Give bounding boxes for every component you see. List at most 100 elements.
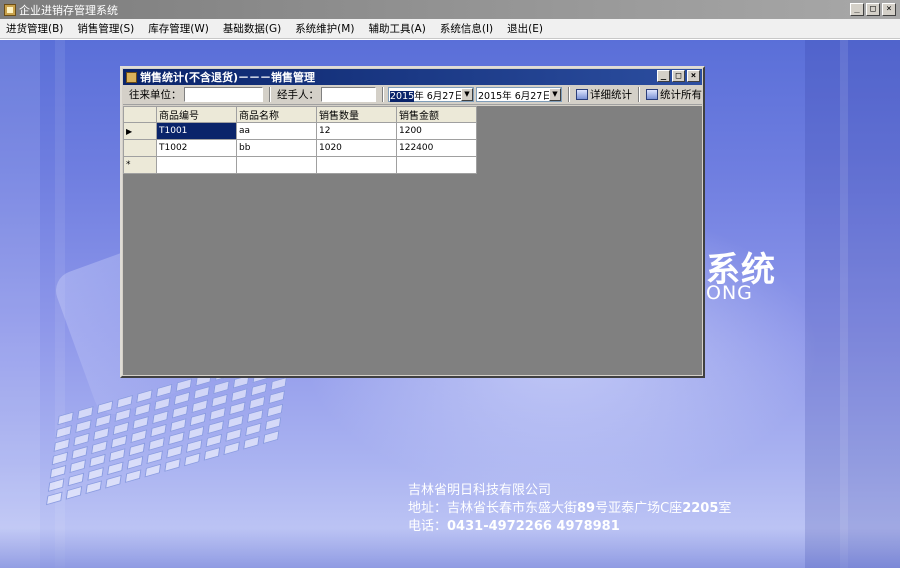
keyboard-key-shape (112, 421, 130, 436)
menu-sales[interactable]: 销售管理(S) (77, 21, 134, 36)
column-header[interactable]: 商品编号 (156, 106, 237, 123)
keyboard-key-shape (243, 435, 260, 450)
column-header[interactable]: 销售数量 (316, 106, 397, 123)
stats-all-label: 统计所有 (660, 89, 702, 101)
end-date-picker[interactable]: 2015年 6月27日 ▼ (476, 87, 562, 102)
handler-input[interactable] (321, 87, 376, 102)
keyboard-key-shape (213, 380, 230, 395)
grid-cell[interactable]: T1001 (156, 122, 237, 140)
keyboard-key-shape (205, 433, 223, 448)
menu-purchase[interactable]: 进货管理(B) (6, 21, 63, 36)
current-row-indicator[interactable]: ▶ (123, 122, 157, 140)
column-header[interactable]: 销售金额 (396, 106, 477, 123)
sales-stats-window: 销售统计(不含退货)－－－销售管理 _ □ × 往来单位： 经手人： 2015年… (120, 66, 705, 378)
grid-cell[interactable]: aa (236, 122, 317, 140)
grid-header-row: 商品编号 商品名称 销售数量 销售金额 (123, 106, 477, 123)
chevron-down-icon[interactable]: ▼ (549, 88, 561, 101)
stats-all-button[interactable]: 统计所有 (646, 87, 702, 102)
filter-toolbar: 往来单位： 经手人： 2015年 6月27日 ▼ 2015年 6月27日 ▼ 详… (123, 85, 702, 105)
keyboard-key-shape (144, 463, 162, 478)
menu-maintenance[interactable]: 系统维护(M) (295, 21, 354, 36)
start-date-picker[interactable]: 2015年 6月27日 ▼ (388, 87, 474, 102)
column-header[interactable]: 商品名称 (236, 106, 317, 123)
grid-cell[interactable]: T1002 (156, 139, 237, 157)
company-name: 吉林省明日科技有限公司 (408, 483, 552, 498)
keyboard-key-shape (246, 409, 264, 424)
row-header[interactable] (123, 139, 157, 157)
grid-cell[interactable] (236, 156, 317, 174)
grid-cell[interactable]: 1200 (396, 122, 477, 140)
company-info: 吉林省明日科技有限公司 地址：吉林省长春市东盛大街89号亚泰广场C座2205室 … (408, 482, 731, 536)
sales-data-grid[interactable]: 商品编号 商品名称 销售数量 销售金额 ▶ T1001 aa 12 1200 T… (123, 106, 477, 174)
menu-exit[interactable]: 退出(E) (507, 21, 543, 36)
menu-inventory[interactable]: 库存管理(W) (148, 21, 209, 36)
detail-stats-button[interactable]: 详细统计 (576, 87, 632, 102)
child-minimize-button[interactable]: _ (657, 70, 670, 82)
keyboard-key-shape (55, 424, 73, 439)
keyboard-key-shape (126, 455, 144, 470)
detail-stats-label: 详细统计 (590, 89, 632, 101)
keyboard-key-shape (270, 376, 287, 391)
keyboard-key-shape (185, 439, 203, 454)
chevron-down-icon[interactable]: ▼ (461, 88, 473, 101)
grid-cell[interactable]: 122400 (396, 139, 477, 157)
keyboard-key-shape (114, 408, 132, 423)
keyboard-key-shape (266, 403, 284, 418)
grid-cell[interactable]: bb (236, 139, 317, 157)
table-row[interactable]: T1002 bb 1020 122400 (123, 139, 477, 157)
child-title-bar[interactable]: 销售统计(不含退货)－－－销售管理 _ □ × (123, 69, 702, 85)
background-stripe (840, 40, 848, 568)
grid-cell[interactable] (396, 156, 477, 174)
keyboard-key-shape (134, 402, 151, 417)
start-date-rest: 年 6月27日 (414, 90, 461, 102)
new-row[interactable]: * (123, 156, 477, 174)
toolbar-separator (382, 87, 384, 102)
new-row-indicator[interactable]: * (123, 156, 157, 174)
keyboard-key-shape (193, 385, 211, 400)
keyboard-key-shape (106, 461, 124, 476)
keyboard-key-shape (191, 399, 209, 414)
keyboard-key-shape (171, 404, 189, 419)
menu-system-info[interactable]: 系统信息(I) (440, 21, 493, 36)
toolbar-separator (568, 87, 570, 102)
grid-cell[interactable]: 1020 (316, 139, 397, 157)
maximize-button[interactable]: □ (866, 3, 880, 16)
keyboard-key-shape (128, 442, 146, 457)
background-stripe (0, 40, 40, 568)
table-row[interactable]: ▶ T1001 aa 12 1200 (123, 122, 477, 140)
grid-cell[interactable] (156, 156, 237, 174)
keyboard-key-shape (75, 419, 92, 434)
menu-basic-data[interactable]: 基础数据(G) (223, 21, 281, 36)
grid-cell[interactable]: 12 (316, 122, 397, 140)
keyboard-key-shape (203, 446, 221, 461)
keyboard-key-shape (130, 429, 148, 444)
grid-cell[interactable] (316, 156, 397, 174)
keyboard-key-shape (67, 472, 85, 487)
keyboard-key-shape (73, 432, 90, 447)
keyboard-key-shape (92, 427, 110, 441)
partner-input[interactable] (183, 87, 264, 102)
keyboard-key-shape (91, 440, 108, 455)
main-title-bar: 企业进销存管理系统 _ □ × (0, 0, 900, 19)
keyboard-key-shape (209, 406, 226, 421)
keyboard-key-shape (65, 485, 83, 500)
child-close-button[interactable]: × (687, 70, 700, 82)
row-header-corner[interactable] (123, 106, 157, 123)
child-maximize-button[interactable]: □ (672, 70, 685, 82)
keyboard-key-shape (69, 459, 87, 474)
close-button[interactable]: × (882, 3, 896, 16)
end-date-value: 2015年 6月27日 (478, 90, 549, 102)
keyboard-key-shape (51, 451, 69, 466)
keyboard-key-shape (76, 405, 94, 420)
minimize-button[interactable]: _ (850, 3, 864, 16)
menu-tools[interactable]: 辅助工具(A) (368, 21, 425, 36)
keyboard-key-shape (87, 467, 104, 481)
app-icon (4, 3, 16, 16)
child-window-title: 销售统计(不含退货)－－－销售管理 (140, 71, 316, 84)
keyboard-key-shape (150, 423, 167, 438)
keyboard-key-shape (268, 390, 286, 405)
keyboard-key-shape (183, 452, 201, 467)
main-window-title: 企业进销存管理系统 (19, 3, 118, 17)
keyboard-key-shape (45, 491, 63, 506)
keyboard-key-shape (105, 474, 122, 489)
